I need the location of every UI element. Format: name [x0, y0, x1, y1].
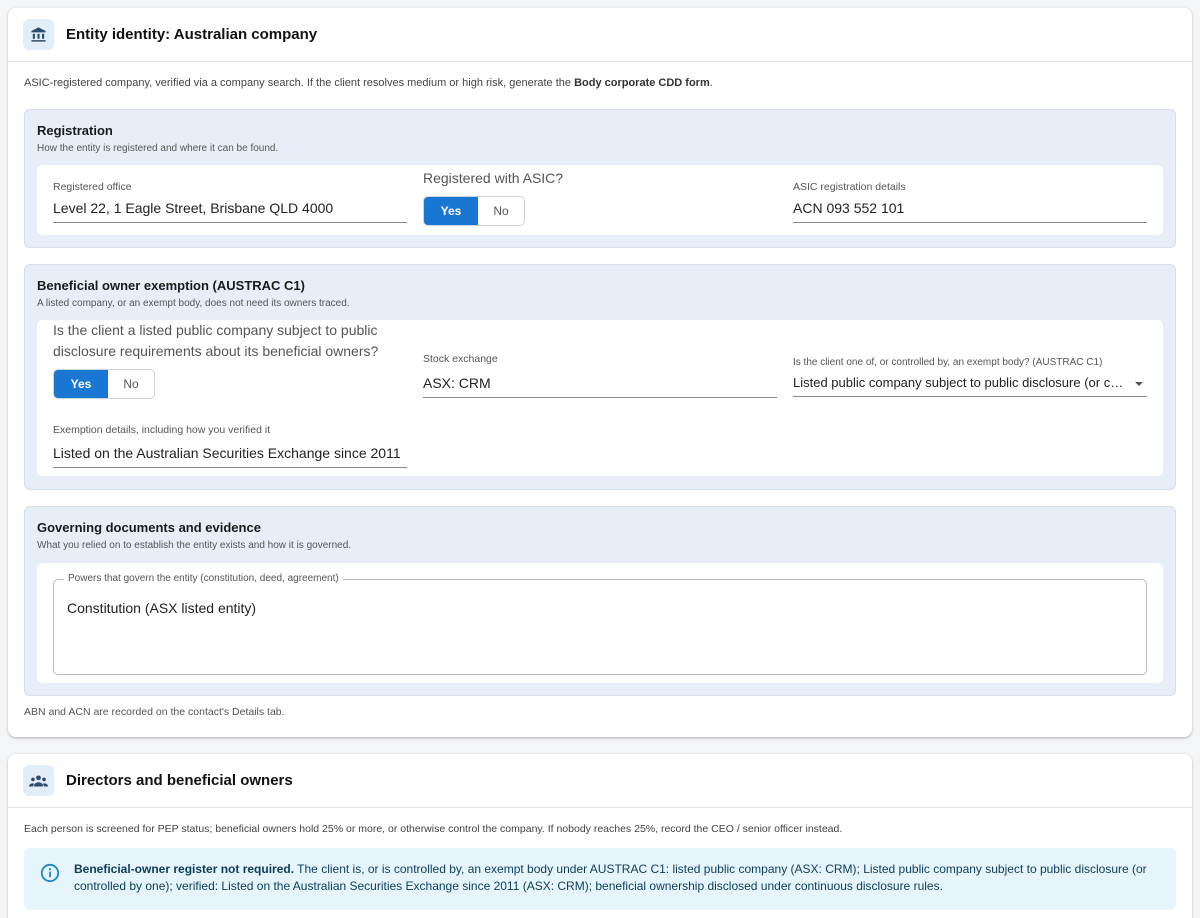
abn-acn-footnote: ABN and ACN are recorded on the contact'… [24, 706, 285, 718]
registration-fields: Registered office Registered with ASIC? … [37, 165, 1163, 235]
cdd-form-link[interactable]: Body corporate CDD form [574, 77, 710, 89]
info-icon [40, 863, 60, 888]
governing-powers-label: Powers that govern the entity (constitut… [64, 573, 343, 584]
governing-title: Governing documents and evidence [37, 520, 261, 535]
listed-company-toggle: Yes No [53, 369, 155, 399]
stock-exchange-label: Stock exchange [423, 353, 498, 365]
entity-card-title: Entity identity: Australian company [66, 26, 318, 43]
asic-details-label: ASIC registration details [793, 181, 906, 193]
exemption-title: Beneficial owner exemption (AUSTRAC C1) [37, 278, 305, 293]
asic-details-field: ASIC registration details [793, 181, 1147, 223]
directors-card-header: Directors and beneficial owners [8, 754, 1192, 808]
registration-subtitle: How the entity is registered and where i… [37, 143, 279, 154]
directors-card-title: Directors and beneficial owners [66, 772, 293, 789]
entity-card-header: Entity identity: Australian company [8, 8, 1192, 62]
registered-office-field: Registered office [53, 181, 407, 223]
exemption-fields: Is the client a listed public company su… [37, 320, 1163, 476]
governing-powers-textarea[interactable]: Powers that govern the entity (constitut… [53, 573, 1147, 675]
asic-details-input[interactable] [793, 200, 1147, 223]
registered-office-label: Registered office [53, 181, 132, 193]
exempt-body-label: Is the client one of, or controlled by, … [793, 357, 1103, 368]
stock-exchange-field: Stock exchange [423, 353, 777, 398]
listed-yes-button[interactable]: Yes [54, 370, 108, 398]
asic-registered-question: Registered with ASIC? [423, 170, 564, 186]
entity-identity-card: Entity identity: Australian company ASIC… [8, 8, 1192, 737]
exempt-body-value[interactable]: Listed public company subject to public … [793, 375, 1147, 397]
listed-no-button[interactable]: No [108, 370, 154, 398]
exemption-info-alert: Beneficial-owner register not required. … [24, 848, 1176, 910]
exemption-panel: Beneficial owner exemption (AUSTRAC C1) … [24, 264, 1176, 490]
governing-fields: Powers that govern the entity (constitut… [37, 563, 1163, 683]
governing-documents-panel: Governing documents and evidence What yo… [24, 506, 1176, 696]
governing-subtitle: What you relied on to establish the enti… [37, 540, 352, 551]
listed-company-question: Is the client a listed public company su… [53, 322, 379, 359]
asic-yes-button[interactable]: Yes [424, 197, 478, 225]
exemption-details-label: Exemption details, including how you ver… [53, 424, 271, 436]
alert-title: Beneficial-owner register not required. [74, 862, 295, 876]
people-group-icon [23, 765, 54, 796]
chevron-down-icon [1135, 382, 1143, 386]
alert-message: Beneficial-owner register not required. … [74, 861, 1154, 895]
directors-owners-card: Directors and beneficial owners Each per… [8, 754, 1192, 918]
exempt-body-select[interactable]: Is the client one of, or controlled by, … [793, 357, 1147, 397]
exemption-subtitle: A listed company, or an exempt body, doe… [37, 298, 350, 309]
registration-panel: Registration How the entity is registere… [24, 109, 1176, 248]
asic-no-button[interactable]: No [478, 197, 524, 225]
registration-title: Registration [37, 123, 113, 138]
directors-intro-text: Each person is screened for PEP status; … [24, 823, 843, 835]
entity-intro-text: ASIC-registered company, verified via a … [24, 77, 713, 89]
exemption-details-field: Exemption details, including how you ver… [53, 424, 407, 468]
asic-registered-toggle: Yes No [423, 196, 525, 226]
governing-powers-value[interactable]: Constitution (ASX listed entity) [67, 600, 256, 616]
stock-exchange-input[interactable] [423, 375, 777, 398]
registered-office-input[interactable] [53, 200, 407, 223]
bank-building-icon [23, 19, 54, 50]
exemption-details-input[interactable] [53, 445, 407, 468]
